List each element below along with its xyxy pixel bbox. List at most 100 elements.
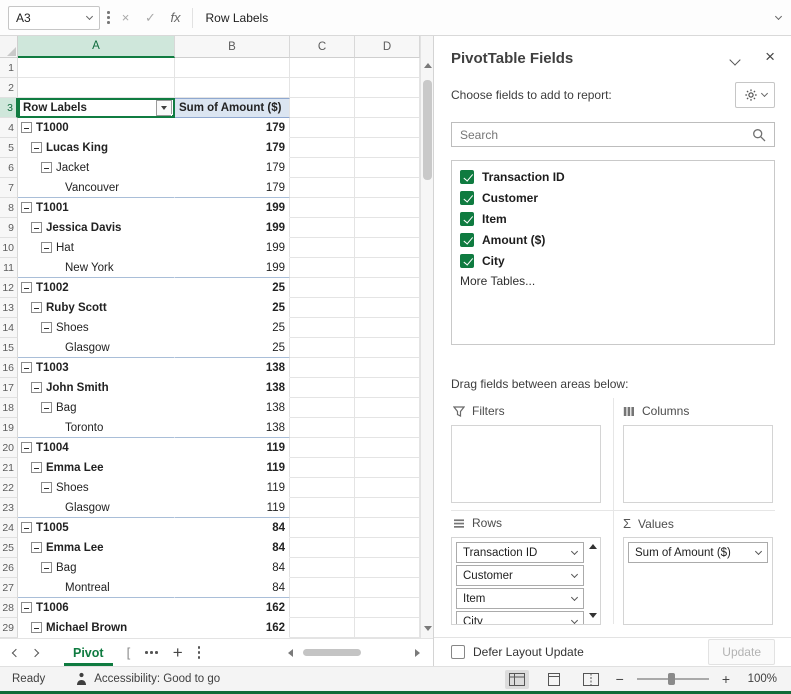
cell-C18[interactable] [290,398,355,418]
prev-sheet-icon[interactable] [12,648,20,656]
cell-A8[interactable]: T1001 [18,198,175,218]
tools-button[interactable] [735,82,775,108]
cell-A2[interactable] [18,78,175,98]
cell-C2[interactable] [290,78,355,98]
row-header-3[interactable]: 3 [0,98,18,118]
cell-A18[interactable]: Bag [18,398,175,418]
area-field-pill[interactable]: Item [456,588,584,609]
row-header-13[interactable]: 13 [0,298,18,318]
pane-collapse-chevron-icon[interactable] [729,54,740,65]
close-icon[interactable]: × [765,47,775,67]
cell-D10[interactable] [355,238,420,258]
row-header-22[interactable]: 22 [0,478,18,498]
area-field-pill[interactable]: City [456,611,584,625]
cell-B24[interactable]: 84 [175,518,290,538]
sheet-options-icon[interactable] [198,646,201,659]
cell-D8[interactable] [355,198,420,218]
row-header-11[interactable]: 11 [0,258,18,278]
cell-A13[interactable]: Ruby Scott [18,298,175,318]
cell-A6[interactable]: Jacket [18,158,175,178]
cell-C21[interactable] [290,458,355,478]
column-header-B[interactable]: B [175,36,290,58]
cell-D22[interactable] [355,478,420,498]
cell-C17[interactable] [290,378,355,398]
cell-D25[interactable] [355,538,420,558]
cell-C27[interactable] [290,578,355,598]
cell-B13[interactable]: 25 [175,298,290,318]
cell-A24[interactable]: T1005 [18,518,175,538]
cell-C28[interactable] [290,598,355,618]
collapse-icon[interactable] [41,242,52,253]
cell-A12[interactable]: T1002 [18,278,175,298]
field-checkbox[interactable] [460,212,474,226]
cell-B22[interactable]: 119 [175,478,290,498]
cell-A19[interactable]: Toronto [18,418,175,438]
cell-D4[interactable] [355,118,420,138]
collapse-icon[interactable] [31,622,42,633]
select-all-corner[interactable] [0,36,18,58]
insert-function-icon[interactable]: fx [167,10,185,25]
row-header-19[interactable]: 19 [0,418,18,438]
cell-D5[interactable] [355,138,420,158]
cell-C4[interactable] [290,118,355,138]
horizontal-scroll-track[interactable] [300,649,408,657]
cell-A3[interactable]: Row Labels [18,98,175,118]
normal-view-icon[interactable] [505,670,529,689]
scroll-down-icon[interactable] [424,626,432,631]
cell-C13[interactable] [290,298,355,318]
cell-B10[interactable]: 199 [175,238,290,258]
values-dropzone[interactable]: Sum of Amount ($) [623,537,773,625]
cell-C1[interactable] [290,58,355,78]
new-sheet-button[interactable]: + [173,644,183,661]
field-item[interactable]: Transaction ID [452,166,774,187]
row-header-29[interactable]: 29 [0,618,18,638]
row-header-24[interactable]: 24 [0,518,18,538]
collapse-icon[interactable] [31,222,42,233]
cell-D14[interactable] [355,318,420,338]
cell-D27[interactable] [355,578,420,598]
row-header-1[interactable]: 1 [0,58,18,78]
cell-A7[interactable]: Vancouver [18,178,175,198]
cell-C5[interactable] [290,138,355,158]
zoom-in-button[interactable]: + [722,672,730,686]
collapse-icon[interactable] [41,322,52,333]
row-header-10[interactable]: 10 [0,238,18,258]
scroll-left-icon[interactable] [288,649,293,657]
vertical-scrollbar-thumb[interactable] [423,80,432,180]
name-box[interactable]: A3 [8,6,100,30]
cell-B19[interactable]: 138 [175,418,290,438]
page-break-view-icon[interactable] [579,670,603,689]
cell-D23[interactable] [355,498,420,518]
page-layout-view-icon[interactable] [542,670,566,689]
cell-D18[interactable] [355,398,420,418]
cell-B27[interactable]: 84 [175,578,290,598]
cell-D2[interactable] [355,78,420,98]
cell-C22[interactable] [290,478,355,498]
fill-handle[interactable] [171,114,175,118]
rows-scroll-up-icon[interactable] [589,544,597,549]
collapse-icon[interactable] [41,162,52,173]
cell-C11[interactable] [290,258,355,278]
row-header-5[interactable]: 5 [0,138,18,158]
collapse-icon[interactable] [21,602,32,613]
cell-A27[interactable]: Montreal [18,578,175,598]
chevron-down-icon[interactable] [571,570,578,577]
cell-D19[interactable] [355,418,420,438]
cell-B7[interactable]: 179 [175,178,290,198]
cell-B12[interactable]: 25 [175,278,290,298]
row-header-2[interactable]: 2 [0,78,18,98]
field-item[interactable]: City [452,250,774,271]
collapse-icon[interactable] [41,402,52,413]
cell-D20[interactable] [355,438,420,458]
row-header-4[interactable]: 4 [0,118,18,138]
chevron-down-icon[interactable] [571,547,578,554]
filters-dropzone[interactable] [451,425,601,503]
row-header-25[interactable]: 25 [0,538,18,558]
cell-B5[interactable]: 179 [175,138,290,158]
cell-C26[interactable] [290,558,355,578]
update-button[interactable]: Update [708,639,775,665]
cell-A11[interactable]: New York [18,258,175,278]
field-item[interactable]: Customer [452,187,774,208]
cell-A14[interactable]: Shoes [18,318,175,338]
cell-B1[interactable] [175,58,290,78]
